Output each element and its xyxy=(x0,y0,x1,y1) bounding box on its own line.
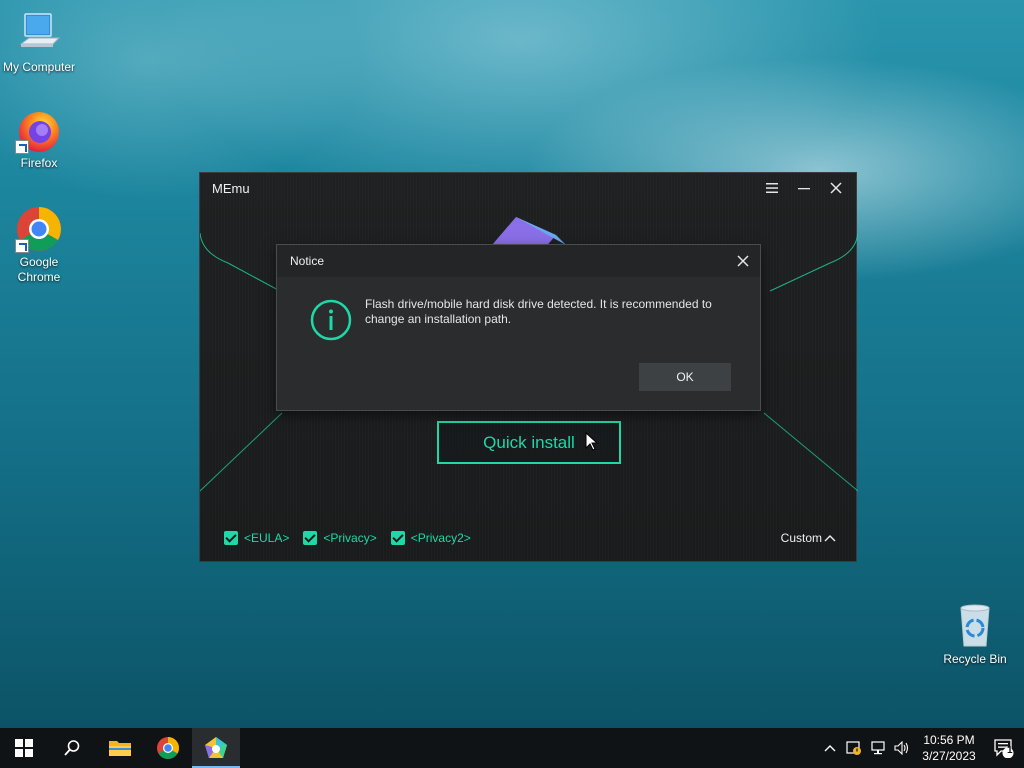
system-tray: 10:56 PM 3/27/2023 1 xyxy=(818,728,1024,768)
window-controls xyxy=(760,178,848,198)
desktop-icon-my-computer[interactable]: My Computer xyxy=(0,10,79,75)
computer-icon xyxy=(15,10,63,58)
minimize-icon xyxy=(798,188,810,190)
info-icon xyxy=(310,299,352,341)
firefox-icon xyxy=(15,106,63,154)
privacy2-check[interactable]: <Privacy2> xyxy=(390,531,471,545)
start-button[interactable] xyxy=(0,728,48,768)
clock-date: 3/27/2023 xyxy=(922,749,976,763)
taskbar-memu[interactable] xyxy=(192,728,240,768)
search-button[interactable] xyxy=(48,728,96,768)
memu-app-icon xyxy=(205,737,227,758)
checkbox-checked-icon[interactable] xyxy=(390,531,405,545)
desktop-icon-firefox[interactable]: Firefox xyxy=(0,106,79,171)
dialog-message: Flash drive/mobile hard disk drive detec… xyxy=(365,297,712,326)
volume-button[interactable] xyxy=(890,728,914,768)
notification-count: 1 xyxy=(1007,745,1013,756)
dialog-title: Notice xyxy=(290,254,325,268)
privacy-link[interactable]: <Privacy> xyxy=(323,531,376,545)
windows-logo-icon xyxy=(15,739,33,757)
speaker-icon xyxy=(894,741,909,755)
window-title: MEmu xyxy=(212,181,250,196)
desktop-icon-label: Recycle Bin xyxy=(943,652,1007,666)
mouse-cursor-icon xyxy=(585,432,599,451)
search-icon xyxy=(64,740,80,756)
desktop-icon-label: Firefox xyxy=(20,156,58,170)
privacy2-link[interactable]: <Privacy2> xyxy=(411,531,471,545)
custom-options-button[interactable]: Custom xyxy=(781,531,836,545)
clock-time: 10:56 PM xyxy=(923,733,975,747)
desktop-icon-recycle-bin[interactable]: Recycle Bin xyxy=(935,602,1015,667)
dialog-close-button[interactable] xyxy=(732,250,754,272)
dialog-header: Notice xyxy=(277,245,760,277)
taskbar-chrome[interactable] xyxy=(144,728,192,768)
checkbox-checked-icon[interactable] xyxy=(224,531,238,545)
privacy-check[interactable]: <Privacy> xyxy=(303,531,377,545)
taskbar: 10:56 PM 3/27/2023 1 xyxy=(0,728,1024,768)
checkbox-checked-icon[interactable] xyxy=(303,531,318,545)
agreement-checks: <EULA> <Privacy> <Privacy2> xyxy=(224,531,471,545)
eula-link[interactable]: <EULA> xyxy=(244,531,289,545)
notice-dialog: Notice Flash drive/mobile hard disk driv… xyxy=(276,244,761,411)
taskbar-clock[interactable]: 10:56 PM 3/27/2023 xyxy=(914,732,984,764)
close-icon xyxy=(737,255,749,267)
hamburger-icon xyxy=(766,183,778,193)
custom-label: Custom xyxy=(780,531,822,545)
desktop-icon-label: Google Chrome xyxy=(17,255,61,284)
close-button[interactable] xyxy=(824,178,848,198)
desktop-icon-label: My Computer xyxy=(2,60,76,74)
eula-check[interactable]: <EULA> xyxy=(224,531,289,545)
shortcut-arrow-icon xyxy=(15,239,29,253)
minimize-button[interactable] xyxy=(792,178,816,198)
folder-icon xyxy=(109,741,131,756)
menu-button[interactable] xyxy=(760,178,784,198)
action-center-button[interactable]: 1 xyxy=(984,728,1024,768)
desktop-icon-google-chrome[interactable]: Google Chrome xyxy=(0,205,79,285)
taskbar-file-explorer[interactable] xyxy=(96,728,144,768)
chrome-icon xyxy=(15,205,63,253)
chrome-icon xyxy=(157,737,179,759)
chevron-up-icon xyxy=(824,535,836,542)
show-hidden-icons-button[interactable] xyxy=(818,728,842,768)
shortcut-arrow-icon xyxy=(15,140,29,154)
chevron-up-icon xyxy=(824,745,836,752)
tray-app-button[interactable] xyxy=(842,728,866,768)
recycle-bin-icon xyxy=(951,602,999,650)
close-icon xyxy=(830,182,842,194)
ok-button[interactable]: OK xyxy=(639,363,731,391)
network-icon xyxy=(871,741,885,755)
security-alert-icon xyxy=(846,741,861,755)
network-button[interactable] xyxy=(866,728,890,768)
